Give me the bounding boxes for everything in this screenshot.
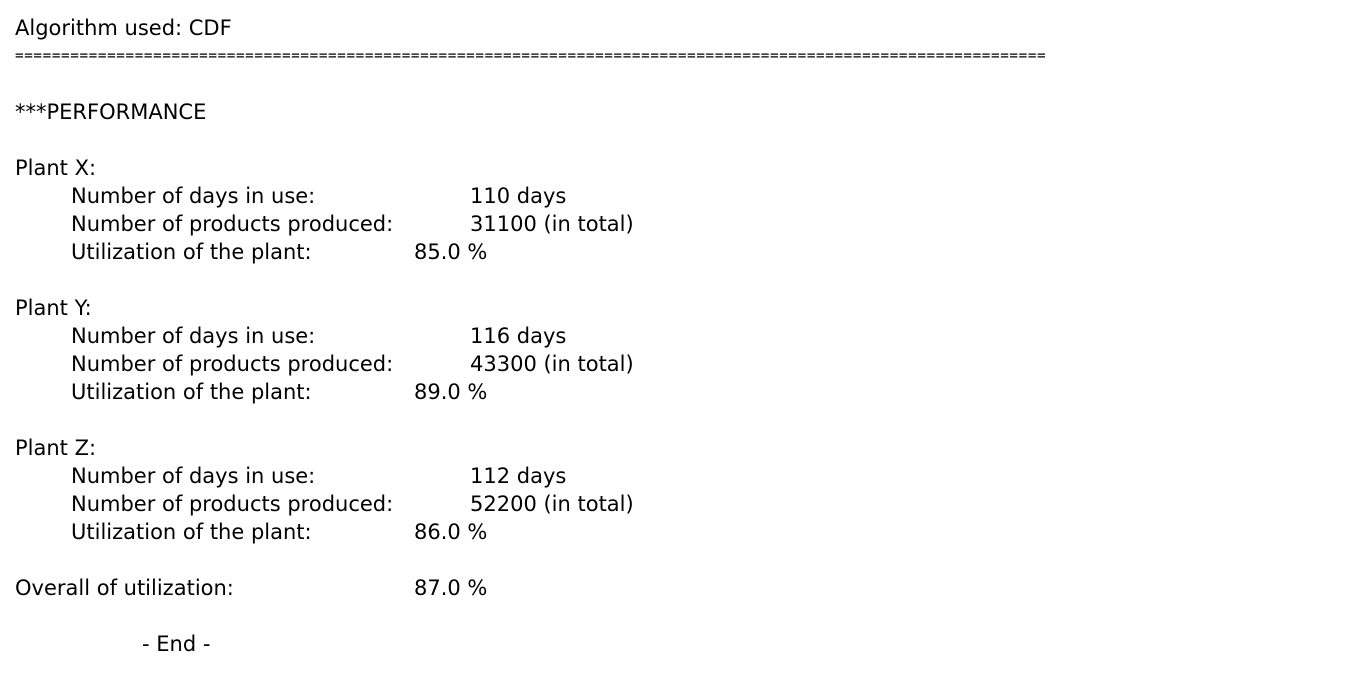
- utilization-value: 89.0 %: [414, 380, 488, 404]
- plant-name: Plant Z:: [15, 436, 97, 460]
- products-label: Number of products produced:: [71, 492, 394, 516]
- algorithm-line: Algorithm used: CDF: [15, 16, 232, 40]
- products-label: Number of products produced:: [71, 352, 394, 376]
- days-label: Number of days in use:: [71, 184, 316, 208]
- utilization-value: 86.0 %: [414, 520, 488, 544]
- products-value: 43300 (in total): [470, 352, 634, 376]
- section-title: ***PERFORMANCE: [15, 100, 207, 124]
- overall-utilization-label: Overall of utilization:: [15, 576, 234, 600]
- days-label: Number of days in use:: [71, 464, 316, 488]
- end-marker: - End -: [142, 632, 211, 656]
- plant-name: Plant Y:: [15, 296, 92, 320]
- products-value: 31100 (in total): [470, 212, 634, 236]
- days-value: 116 days: [470, 324, 567, 348]
- utilization-value: 85.0 %: [414, 240, 488, 264]
- products-value: 52200 (in total): [470, 492, 634, 516]
- days-value: 110 days: [470, 184, 567, 208]
- separator-line: ========================================…: [15, 48, 1047, 64]
- days-label: Number of days in use:: [71, 324, 316, 348]
- products-label: Number of products produced:: [71, 212, 394, 236]
- utilization-label: Utilization of the plant:: [71, 240, 312, 264]
- utilization-label: Utilization of the plant:: [71, 380, 312, 404]
- plant-name: Plant X:: [15, 156, 97, 180]
- overall-utilization-value: 87.0 %: [414, 576, 488, 600]
- utilization-label: Utilization of the plant:: [71, 520, 312, 544]
- days-value: 112 days: [470, 464, 567, 488]
